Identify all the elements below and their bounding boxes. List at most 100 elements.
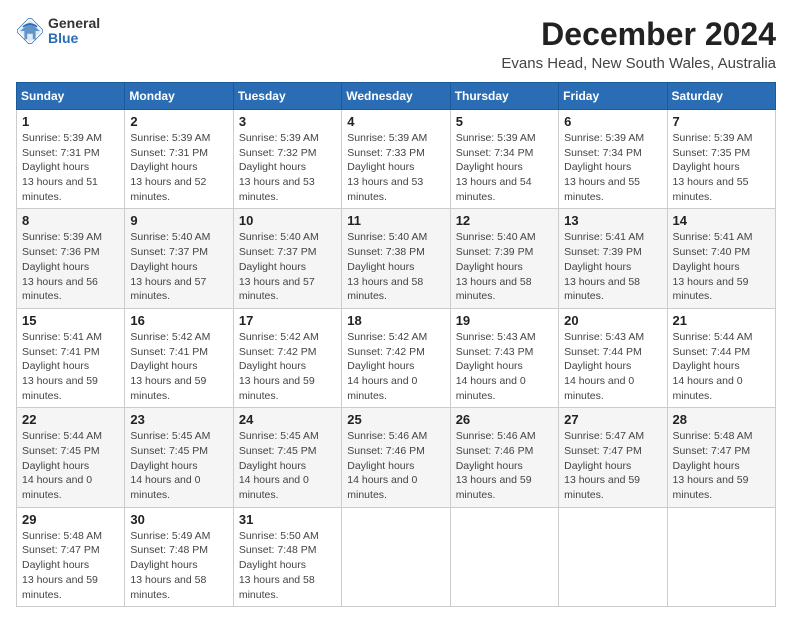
table-row: 23 Sunrise: 5:45 AM Sunset: 7:45 PM Dayl… [125, 408, 233, 507]
table-row: 9 Sunrise: 5:40 AM Sunset: 7:37 PM Dayli… [125, 209, 233, 308]
day-number: 24 [239, 412, 336, 427]
header-tuesday: Tuesday [233, 83, 341, 110]
day-detail: Sunrise: 5:44 AM Sunset: 7:45 PM Dayligh… [22, 429, 119, 502]
day-detail: Sunrise: 5:43 AM Sunset: 7:43 PM Dayligh… [456, 330, 553, 403]
table-row: 29 Sunrise: 5:48 AM Sunset: 7:47 PM Dayl… [17, 507, 125, 606]
day-detail: Sunrise: 5:39 AM Sunset: 7:31 PM Dayligh… [130, 131, 227, 204]
table-row: 19 Sunrise: 5:43 AM Sunset: 7:43 PM Dayl… [450, 308, 558, 407]
header-thursday: Thursday [450, 83, 558, 110]
calendar-header-row: Sunday Monday Tuesday Wednesday Thursday… [17, 83, 776, 110]
day-number: 17 [239, 313, 336, 328]
logo-blue-text: Blue [48, 31, 100, 46]
day-number: 10 [239, 213, 336, 228]
day-number: 28 [673, 412, 770, 427]
table-row: 5 Sunrise: 5:39 AM Sunset: 7:34 PM Dayli… [450, 110, 558, 209]
day-number: 2 [130, 114, 227, 129]
day-detail: Sunrise: 5:40 AM Sunset: 7:38 PM Dayligh… [347, 230, 444, 303]
day-detail: Sunrise: 5:40 AM Sunset: 7:37 PM Dayligh… [130, 230, 227, 303]
day-number: 29 [22, 512, 119, 527]
table-row: 16 Sunrise: 5:42 AM Sunset: 7:41 PM Dayl… [125, 308, 233, 407]
day-detail: Sunrise: 5:49 AM Sunset: 7:48 PM Dayligh… [130, 529, 227, 602]
table-row: 20 Sunrise: 5:43 AM Sunset: 7:44 PM Dayl… [559, 308, 667, 407]
table-row: 17 Sunrise: 5:42 AM Sunset: 7:42 PM Dayl… [233, 308, 341, 407]
day-number: 19 [456, 313, 553, 328]
table-row: 6 Sunrise: 5:39 AM Sunset: 7:34 PM Dayli… [559, 110, 667, 209]
table-row [667, 507, 775, 606]
calendar-row: 8 Sunrise: 5:39 AM Sunset: 7:36 PM Dayli… [17, 209, 776, 308]
day-number: 11 [347, 213, 444, 228]
day-detail: Sunrise: 5:39 AM Sunset: 7:34 PM Dayligh… [456, 131, 553, 204]
table-row: 2 Sunrise: 5:39 AM Sunset: 7:31 PM Dayli… [125, 110, 233, 209]
day-number: 6 [564, 114, 661, 129]
table-row: 31 Sunrise: 5:50 AM Sunset: 7:48 PM Dayl… [233, 507, 341, 606]
day-number: 20 [564, 313, 661, 328]
day-detail: Sunrise: 5:43 AM Sunset: 7:44 PM Dayligh… [564, 330, 661, 403]
day-detail: Sunrise: 5:46 AM Sunset: 7:46 PM Dayligh… [347, 429, 444, 502]
table-row: 22 Sunrise: 5:44 AM Sunset: 7:45 PM Dayl… [17, 408, 125, 507]
day-detail: Sunrise: 5:39 AM Sunset: 7:33 PM Dayligh… [347, 131, 444, 204]
main-title: December 2024 [501, 16, 776, 53]
calendar-row: 1 Sunrise: 5:39 AM Sunset: 7:31 PM Dayli… [17, 110, 776, 209]
table-row: 11 Sunrise: 5:40 AM Sunset: 7:38 PM Dayl… [342, 209, 450, 308]
logo-icon [16, 17, 44, 45]
day-detail: Sunrise: 5:44 AM Sunset: 7:44 PM Dayligh… [673, 330, 770, 403]
day-detail: Sunrise: 5:48 AM Sunset: 7:47 PM Dayligh… [673, 429, 770, 502]
table-row: 12 Sunrise: 5:40 AM Sunset: 7:39 PM Dayl… [450, 209, 558, 308]
table-row [450, 507, 558, 606]
table-row: 14 Sunrise: 5:41 AM Sunset: 7:40 PM Dayl… [667, 209, 775, 308]
table-row: 15 Sunrise: 5:41 AM Sunset: 7:41 PM Dayl… [17, 308, 125, 407]
day-number: 12 [456, 213, 553, 228]
title-area: December 2024 Evans Head, New South Wale… [501, 16, 776, 72]
logo-text: General Blue [48, 16, 100, 47]
day-number: 8 [22, 213, 119, 228]
header-wednesday: Wednesday [342, 83, 450, 110]
calendar-row: 22 Sunrise: 5:44 AM Sunset: 7:45 PM Dayl… [17, 408, 776, 507]
day-number: 31 [239, 512, 336, 527]
day-number: 22 [22, 412, 119, 427]
day-detail: Sunrise: 5:42 AM Sunset: 7:42 PM Dayligh… [347, 330, 444, 403]
table-row: 4 Sunrise: 5:39 AM Sunset: 7:33 PM Dayli… [342, 110, 450, 209]
table-row: 30 Sunrise: 5:49 AM Sunset: 7:48 PM Dayl… [125, 507, 233, 606]
header-friday: Friday [559, 83, 667, 110]
table-row: 13 Sunrise: 5:41 AM Sunset: 7:39 PM Dayl… [559, 209, 667, 308]
table-row: 28 Sunrise: 5:48 AM Sunset: 7:47 PM Dayl… [667, 408, 775, 507]
day-detail: Sunrise: 5:45 AM Sunset: 7:45 PM Dayligh… [130, 429, 227, 502]
table-row: 8 Sunrise: 5:39 AM Sunset: 7:36 PM Dayli… [17, 209, 125, 308]
table-row: 27 Sunrise: 5:47 AM Sunset: 7:47 PM Dayl… [559, 408, 667, 507]
logo-general-text: General [48, 16, 100, 31]
day-detail: Sunrise: 5:42 AM Sunset: 7:41 PM Dayligh… [130, 330, 227, 403]
day-number: 9 [130, 213, 227, 228]
table-row: 3 Sunrise: 5:39 AM Sunset: 7:32 PM Dayli… [233, 110, 341, 209]
day-number: 26 [456, 412, 553, 427]
day-detail: Sunrise: 5:45 AM Sunset: 7:45 PM Dayligh… [239, 429, 336, 502]
header-monday: Monday [125, 83, 233, 110]
day-number: 3 [239, 114, 336, 129]
day-detail: Sunrise: 5:41 AM Sunset: 7:40 PM Dayligh… [673, 230, 770, 303]
header-saturday: Saturday [667, 83, 775, 110]
table-row: 21 Sunrise: 5:44 AM Sunset: 7:44 PM Dayl… [667, 308, 775, 407]
day-detail: Sunrise: 5:40 AM Sunset: 7:37 PM Dayligh… [239, 230, 336, 303]
day-detail: Sunrise: 5:39 AM Sunset: 7:32 PM Dayligh… [239, 131, 336, 204]
table-row: 26 Sunrise: 5:46 AM Sunset: 7:46 PM Dayl… [450, 408, 558, 507]
table-row: 7 Sunrise: 5:39 AM Sunset: 7:35 PM Dayli… [667, 110, 775, 209]
day-detail: Sunrise: 5:39 AM Sunset: 7:31 PM Dayligh… [22, 131, 119, 204]
day-number: 7 [673, 114, 770, 129]
day-detail: Sunrise: 5:39 AM Sunset: 7:36 PM Dayligh… [22, 230, 119, 303]
table-row [342, 507, 450, 606]
table-row [559, 507, 667, 606]
header-sunday: Sunday [17, 83, 125, 110]
day-number: 1 [22, 114, 119, 129]
day-detail: Sunrise: 5:50 AM Sunset: 7:48 PM Dayligh… [239, 529, 336, 602]
day-detail: Sunrise: 5:39 AM Sunset: 7:34 PM Dayligh… [564, 131, 661, 204]
day-number: 25 [347, 412, 444, 427]
day-number: 30 [130, 512, 227, 527]
table-row: 25 Sunrise: 5:46 AM Sunset: 7:46 PM Dayl… [342, 408, 450, 507]
table-row: 10 Sunrise: 5:40 AM Sunset: 7:37 PM Dayl… [233, 209, 341, 308]
day-number: 16 [130, 313, 227, 328]
logo: General Blue [16, 16, 100, 47]
day-number: 5 [456, 114, 553, 129]
day-number: 13 [564, 213, 661, 228]
day-number: 15 [22, 313, 119, 328]
table-row: 18 Sunrise: 5:42 AM Sunset: 7:42 PM Dayl… [342, 308, 450, 407]
day-detail: Sunrise: 5:41 AM Sunset: 7:41 PM Dayligh… [22, 330, 119, 403]
